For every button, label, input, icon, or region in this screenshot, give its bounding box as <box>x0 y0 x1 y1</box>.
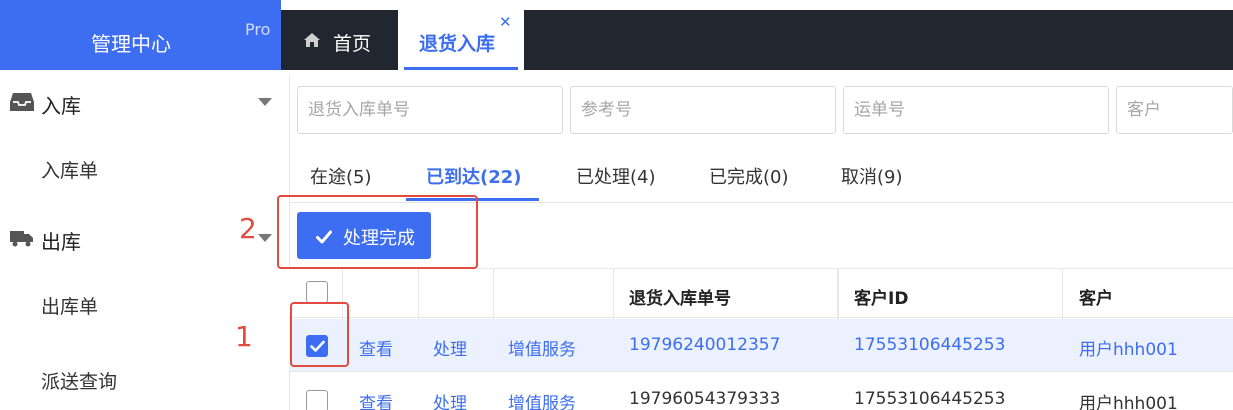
tab-home-label: 首页 <box>333 33 372 55</box>
sidebar-group-label: 出库 <box>41 230 81 254</box>
status-tab-arrived[interactable]: 已到达(22) <box>426 163 522 189</box>
sidebar-item-inbound-order[interactable]: 入库单 <box>41 156 98 183</box>
annotation-number-2: 2 <box>239 212 257 245</box>
brand-title: 管理中心 <box>91 32 171 56</box>
close-icon[interactable]: ✕ <box>499 13 512 31</box>
value-added-service-link[interactable]: 增值服务 <box>508 335 576 360</box>
waybill-no-input[interactable] <box>843 86 1109 134</box>
brand-header: 管理中心 Pro <box>0 0 281 70</box>
process-link[interactable]: 处理 <box>433 389 467 410</box>
chevron-down-icon[interactable] <box>258 98 272 106</box>
tab-home[interactable]: 首页 <box>301 10 401 70</box>
brand-badge: Pro <box>245 20 271 39</box>
annotation-box-2 <box>277 195 478 269</box>
select-all-checkbox[interactable] <box>306 281 328 303</box>
chevron-down-icon[interactable] <box>258 234 272 242</box>
status-tab-in-transit[interactable]: 在途(5) <box>310 163 372 189</box>
sidebar-group-label: 入库 <box>41 94 81 118</box>
truck-icon <box>10 227 34 249</box>
row-checkbox[interactable] <box>306 390 328 410</box>
customer-id-link[interactable]: 17553106445253 <box>854 335 1005 355</box>
sidebar-item-outbound-order[interactable]: 出库单 <box>41 292 98 319</box>
tab-active-indicator <box>404 67 518 70</box>
customer-input[interactable] <box>1116 86 1233 134</box>
annotation-number-1: 1 <box>235 320 253 353</box>
status-tab-processed[interactable]: 已处理(4) <box>576 163 656 189</box>
view-link[interactable]: 查看 <box>359 389 393 410</box>
value-added-service-link[interactable]: 增值服务 <box>508 389 576 410</box>
column-header-customer: 客户 <box>1079 289 1113 309</box>
reference-no-input[interactable] <box>570 86 836 134</box>
return-order-no-input[interactable] <box>297 86 563 134</box>
view-link[interactable]: 查看 <box>359 335 393 360</box>
column-header-order-no: 退货入库单号 <box>629 289 731 309</box>
customer-link[interactable]: 用户hhh001 <box>1079 335 1178 360</box>
table-header: 退货入库单号 客户ID 客户 <box>289 268 1233 319</box>
inbox-icon <box>10 91 34 113</box>
status-tab-completed[interactable]: 已完成(0) <box>709 163 789 189</box>
tab-return-inbound-label: 退货入库 <box>419 33 496 55</box>
sidebar-item-delivery-query[interactable]: 派送查询 <box>41 367 117 394</box>
customer-text: 用户hhh001 <box>1079 394 1178 410</box>
tab-bar: 首页 退货入库 ✕ <box>281 10 1233 70</box>
order-no-text: 19796054379333 <box>629 389 781 409</box>
process-link[interactable]: 处理 <box>433 335 467 360</box>
customer-id-text: 17553106445253 <box>854 389 1006 409</box>
sidebar-group-inbound[interactable]: 入库 <box>0 76 281 126</box>
tab-return-inbound[interactable]: 退货入库 ✕ <box>398 10 524 70</box>
order-no-link[interactable]: 19796240012357 <box>629 335 780 355</box>
status-tab-cancelled[interactable]: 取消(9) <box>841 163 903 189</box>
top-strip <box>281 0 1233 10</box>
table-row[interactable]: 查看 处理 增值服务 19796054379333 17553106445253… <box>289 373 1233 410</box>
column-header-customer-id: 客户ID <box>854 289 909 309</box>
return-inbound-table: 退货入库单号 客户ID 客户 查看 处理 增值服务 19796240012357… <box>289 268 1233 410</box>
home-icon <box>303 32 321 48</box>
annotation-box-1 <box>290 302 349 367</box>
table-row[interactable]: 查看 处理 增值服务 19796240012357 17553106445253… <box>289 319 1233 372</box>
